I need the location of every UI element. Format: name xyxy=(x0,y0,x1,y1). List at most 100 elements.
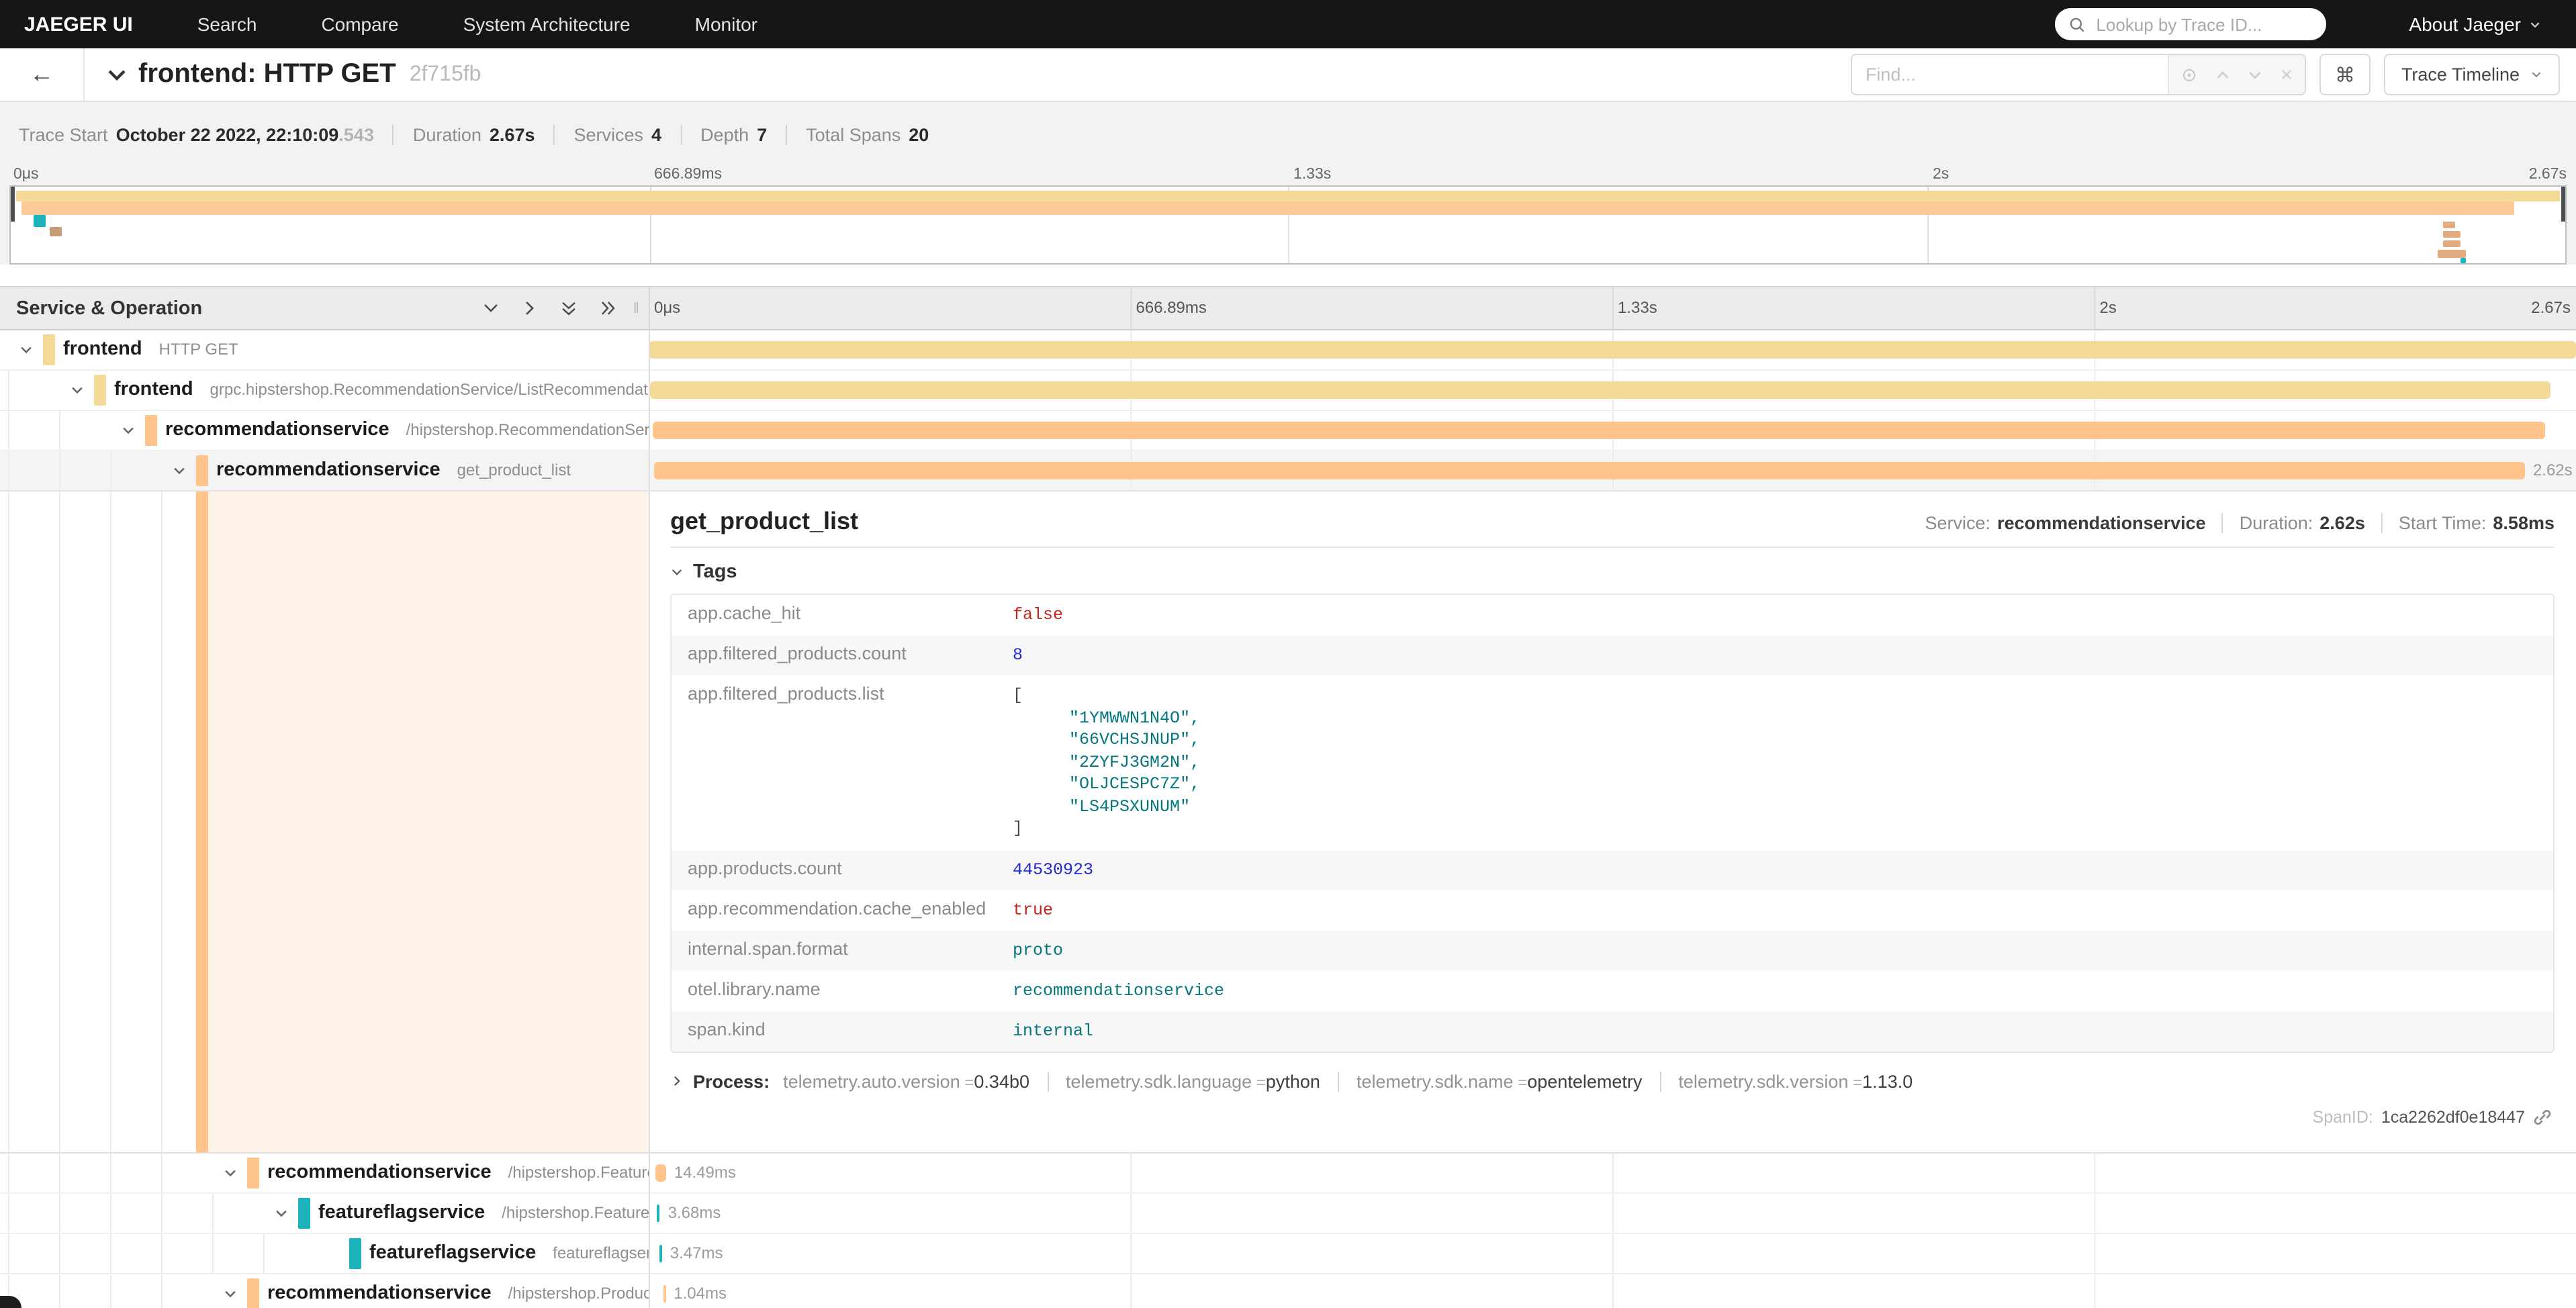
next-match-icon[interactable] xyxy=(2247,66,2263,83)
span-row-featureflagservice-repo-query[interactable]: featureflagservice featureflagservice.re… xyxy=(0,1234,2576,1274)
tag-row: app.recommendation.cache_enabled true xyxy=(672,890,2553,930)
tags-section-toggle[interactable]: Tags xyxy=(670,561,2555,583)
span-row-frontend-grpc[interactable]: frontend grpc.hipstershop.Recommendation… xyxy=(0,371,2576,411)
span-timeline-cell[interactable]: 14.49ms xyxy=(649,1154,2576,1193)
collapse-all-icon[interactable] xyxy=(561,299,578,317)
span-name-cell[interactable]: recommendationservice get_product_list xyxy=(0,451,649,490)
span-row-productcatalog-call[interactable]: recommendationservice /hipstershop.Produ… xyxy=(0,1274,2576,1308)
search-icon xyxy=(2068,15,2085,33)
span-service-name: featureflagservice xyxy=(369,1234,536,1272)
about-jaeger-menu[interactable]: About Jaeger xyxy=(2409,13,2541,35)
chevron-down-icon[interactable] xyxy=(121,423,136,438)
nav-item-system-architecture[interactable]: System Architecture xyxy=(463,13,631,35)
span-timeline-cell[interactable]: 3.47ms xyxy=(649,1234,2576,1273)
summary-label: Duration xyxy=(413,124,481,144)
keyboard-shortcuts-button[interactable]: ⌘ xyxy=(2319,54,2371,95)
trace-overview: Trace StartOctober 22 2022, 22:10:09.543… xyxy=(0,102,2576,265)
trace-id-short: 2f715fb xyxy=(410,62,481,87)
span-name-cell[interactable]: recommendationservice /hipstershop.Produ… xyxy=(0,1274,649,1308)
trace-view-select[interactable]: Trace Timeline xyxy=(2384,54,2560,95)
span-color-swatch xyxy=(247,1278,259,1308)
nav-item-monitor[interactable]: Monitor xyxy=(695,13,757,35)
tag-row: span.kind internal xyxy=(672,1011,2553,1051)
span-name-cell[interactable]: frontend HTTP GET xyxy=(0,330,649,369)
span-row-frontend-http-get[interactable]: frontend HTTP GET xyxy=(0,330,2576,371)
span-row-featureflagservice-get[interactable]: featureflagservice /hipstershop.FeatureF… xyxy=(0,1194,2576,1234)
minimap-canvas[interactable] xyxy=(9,185,2567,265)
span-name-cell[interactable]: recommendationservice /hipstershop.Recom… xyxy=(0,411,649,450)
expand-one-icon[interactable] xyxy=(522,299,539,317)
timeline-header: Service & Operation ‖ 0μs 666.89ms 1.33s… xyxy=(0,286,2576,330)
find-input[interactable] xyxy=(1852,55,2168,94)
span-duration-label: 14.49ms xyxy=(674,1154,736,1193)
span-name-cell[interactable]: featureflagservice /hipstershop.FeatureF… xyxy=(0,1194,649,1233)
span-timeline-cell[interactable]: 3.68ms xyxy=(649,1194,2576,1233)
span-color-swatch xyxy=(349,1238,361,1269)
chevron-down-icon[interactable] xyxy=(70,383,85,398)
nav-item-compare[interactable]: Compare xyxy=(321,13,398,35)
span-operation-name: /hipstershop.ProductCatalogSer... xyxy=(508,1284,649,1303)
span-timeline-cell[interactable] xyxy=(649,411,2576,450)
app-logo[interactable]: JAEGER UI xyxy=(24,13,133,36)
span-bar[interactable] xyxy=(664,1285,667,1303)
minimap-left-drag-handle[interactable] xyxy=(11,187,15,222)
process-section-toggle[interactable]: Process: telemetry.auto.version0.34b0 te… xyxy=(670,1071,2555,1091)
back-button[interactable]: ← xyxy=(0,48,85,101)
chevron-down-icon[interactable] xyxy=(274,1206,289,1221)
tag-json-value: [ 1YMWWN1N4O 66VCHSJNUP 2ZYFJ3GM2N OLJCE… xyxy=(1013,675,1200,849)
span-timeline-cell[interactable]: 2.62s xyxy=(649,451,2576,490)
panel-resize-grip[interactable]: ‖ xyxy=(633,300,641,316)
trace-title: frontend: HTTP GET xyxy=(138,59,396,90)
span-row-get-product-list[interactable]: recommendationservice get_product_list 2… xyxy=(0,451,2576,492)
span-bar[interactable] xyxy=(659,1245,662,1262)
prev-match-icon[interactable] xyxy=(2215,66,2231,83)
service-operation-header: Service & Operation xyxy=(16,297,202,319)
summary-label: Trace Start xyxy=(19,124,108,144)
span-color-swatch xyxy=(247,1158,259,1188)
span-duration-label: 3.47ms xyxy=(670,1234,723,1273)
minimap-span-bar xyxy=(34,215,45,227)
span-row-recommendation-list[interactable]: recommendationservice /hipstershop.Recom… xyxy=(0,411,2576,451)
chevron-down-icon[interactable] xyxy=(223,1166,238,1180)
span-bar[interactable] xyxy=(651,381,2551,399)
span-name-cell[interactable]: recommendationservice /hipstershop.Featu… xyxy=(0,1154,649,1193)
span-operation-name: get_product_list xyxy=(457,461,571,479)
span-id-footer: SpanID: 1ca2262df0e18447 xyxy=(670,1091,2555,1139)
trace-id-lookup-input[interactable] xyxy=(2093,13,2312,36)
deep-link-icon[interactable] xyxy=(2533,1107,2552,1126)
span-duration-label: 2.62s xyxy=(2533,451,2573,490)
clear-find-icon[interactable] xyxy=(2279,67,2294,82)
span-detail-region: get_product_list Service:recommendations… xyxy=(0,492,2576,1154)
panel-divider[interactable] xyxy=(649,330,650,1308)
span-timeline-cell[interactable] xyxy=(649,330,2576,369)
span-row-featureflag-call[interactable]: recommendationservice /hipstershop.Featu… xyxy=(0,1154,2576,1194)
minimap-right-drag-handle[interactable] xyxy=(2561,187,2565,222)
span-name-cell[interactable]: frontend grpc.hipstershop.Recommendation… xyxy=(0,371,649,410)
span-timeline-cell[interactable]: 1.04ms xyxy=(649,1274,2576,1308)
chevron-down-icon[interactable] xyxy=(172,463,187,478)
minimap-span-bar xyxy=(2460,258,2466,263)
tag-row: app.cache_hit false xyxy=(672,595,2553,635)
collapse-trace-chevron-icon[interactable] xyxy=(106,64,128,85)
span-bar[interactable] xyxy=(653,462,2525,479)
span-bar[interactable] xyxy=(657,1205,660,1222)
span-bar[interactable] xyxy=(653,422,2545,439)
collapse-one-icon[interactable] xyxy=(483,299,500,317)
span-rows: frontend HTTP GET frontend grpc.hipsters… xyxy=(0,330,2576,1308)
expand-all-icon[interactable] xyxy=(600,299,617,317)
chevron-right-icon xyxy=(670,1074,684,1088)
chevron-down-icon[interactable] xyxy=(223,1287,238,1301)
span-bar[interactable] xyxy=(655,1164,666,1182)
summary-label: Total Spans xyxy=(806,124,901,144)
chevron-down-icon[interactable] xyxy=(19,342,34,357)
span-bar[interactable] xyxy=(649,341,2576,359)
span-name-cell[interactable]: featureflagservice featureflagservice.re… xyxy=(0,1234,649,1273)
span-timeline-cell[interactable] xyxy=(649,371,2576,410)
trace-id-lookup[interactable] xyxy=(2054,8,2326,40)
nav-item-search[interactable]: Search xyxy=(197,13,257,35)
command-icon: ⌘ xyxy=(2335,62,2355,87)
summary-label: Services xyxy=(574,124,644,144)
tag-row: app.products.count 44530923 xyxy=(672,849,2553,890)
locate-icon[interactable] xyxy=(2180,65,2199,84)
span-service-name: frontend xyxy=(114,371,193,408)
